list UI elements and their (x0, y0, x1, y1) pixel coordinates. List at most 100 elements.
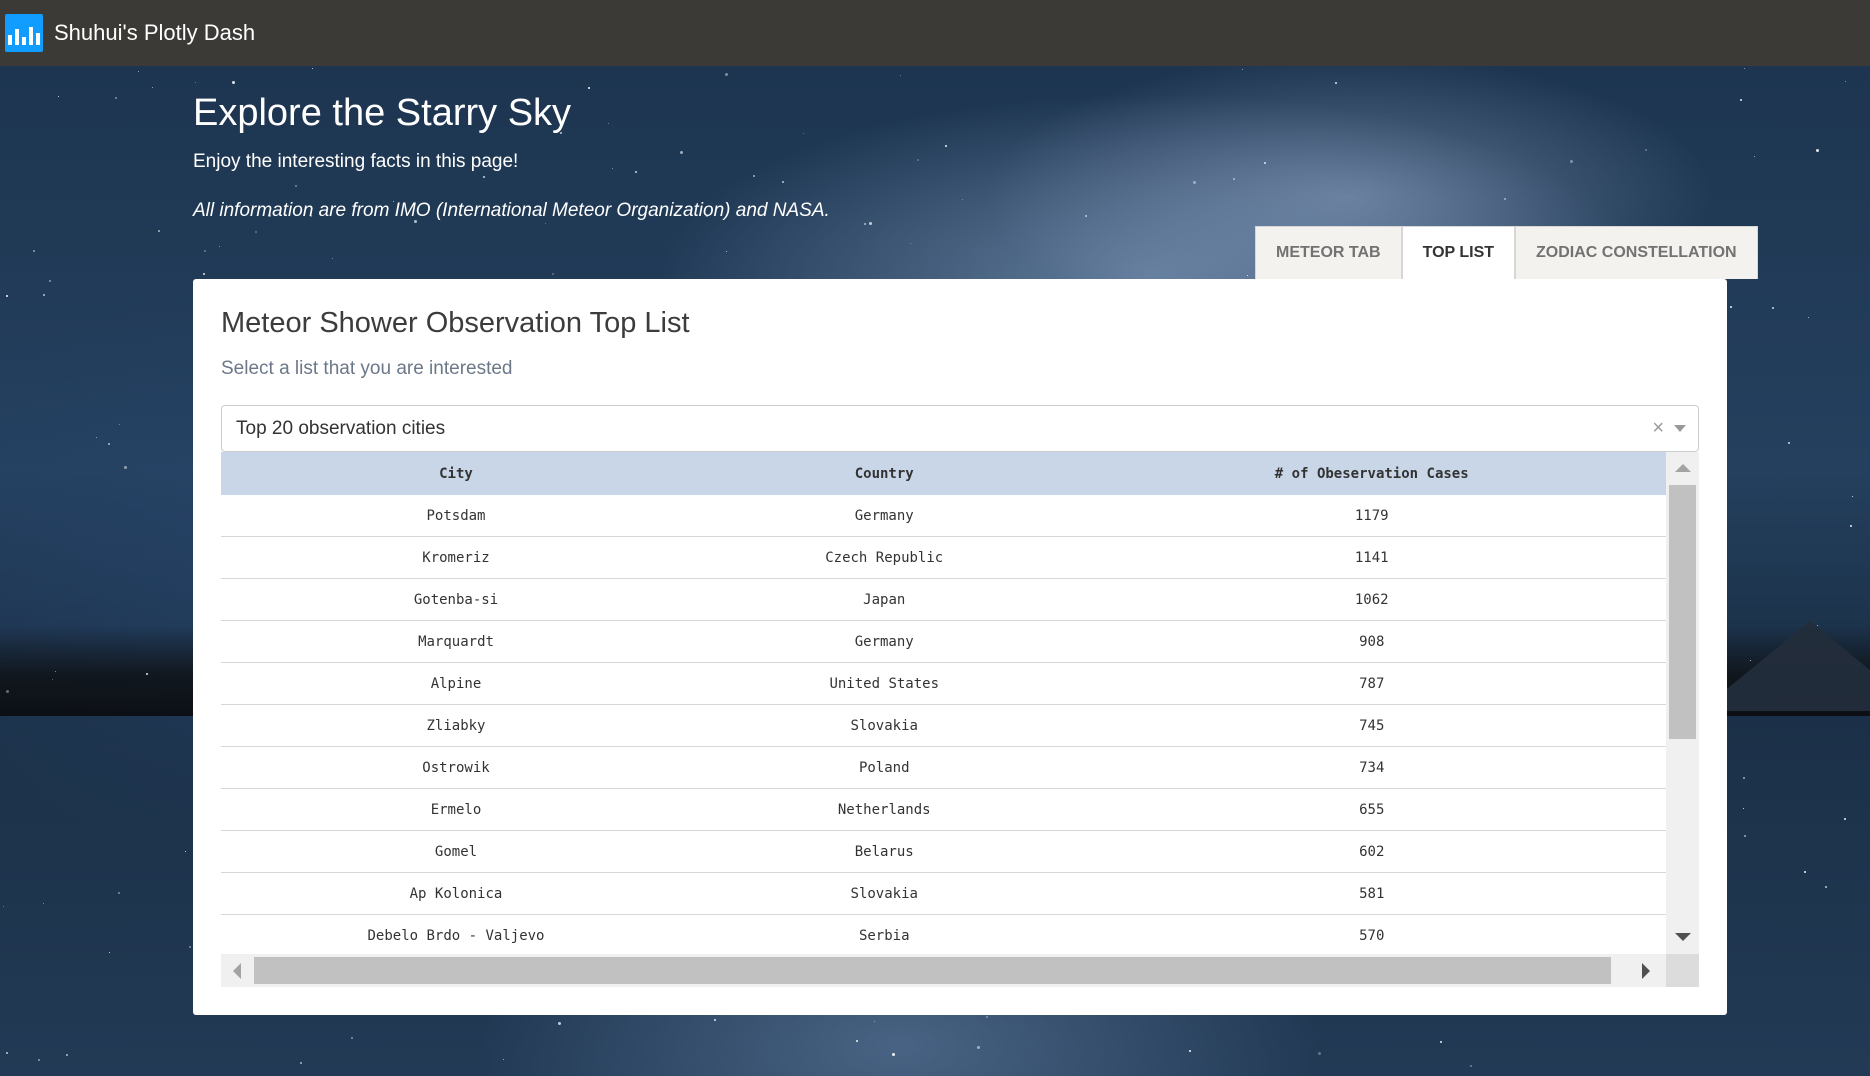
star (917, 159, 919, 161)
table-cell-city[interactable]: Ostrowik (221, 746, 691, 789)
vertical-scroll-thumb[interactable] (1669, 485, 1696, 739)
table-cell-city[interactable]: Ermelo (221, 788, 691, 831)
table-cell-city[interactable]: Ap Kolonica (221, 872, 691, 915)
table-cell-country[interactable]: Poland (690, 746, 1078, 789)
horizontal-scroll-thumb[interactable] (254, 957, 1611, 984)
star (612, 168, 613, 169)
star (986, 1016, 988, 1018)
table-cell-country[interactable]: Czech Republic (690, 536, 1078, 579)
top-navbar: Shuhui's Plotly Dash (0, 0, 1870, 66)
star (558, 1022, 561, 1025)
table-cell-city[interactable]: Marquardt (221, 620, 691, 663)
table-cell-country[interactable]: United States (690, 662, 1078, 705)
table-cell-cases[interactable]: 581 (1077, 872, 1666, 915)
table-cell-city[interactable]: Gomel (221, 830, 691, 873)
table-cell-city[interactable]: Gotenba-si (221, 578, 691, 621)
scroll-up-icon[interactable] (1675, 464, 1691, 472)
column-header-country[interactable]: Country (690, 452, 1078, 495)
tab-meteor[interactable]: METEOR TAB (1255, 226, 1402, 279)
table-cell-country[interactable]: Germany (690, 620, 1078, 663)
table-row[interactable]: Kromeriz Czech Republic 1141 (221, 536, 1666, 579)
table-cell-cases[interactable]: 655 (1077, 788, 1666, 831)
star (1193, 181, 1196, 184)
star (158, 230, 160, 232)
panel-subtitle: Select a list that you are interested (221, 358, 513, 379)
table-cell-city[interactable]: Zliabky (221, 704, 691, 747)
panel-title: Meteor Shower Observation Top List (221, 307, 690, 339)
table-cell-country[interactable]: Slovakia (690, 872, 1078, 915)
star (108, 443, 110, 445)
scroll-right-icon[interactable] (1642, 963, 1650, 979)
table-cell-country[interactable]: Netherlands (690, 788, 1078, 831)
star (203, 273, 205, 275)
table-row[interactable]: Gomel Belarus 602 (221, 830, 1666, 873)
table-cell-cases[interactable]: 1141 (1077, 536, 1666, 579)
table-cell-country[interactable]: Slovakia (690, 704, 1078, 747)
tab-top-list[interactable]: TOP LIST (1401, 226, 1516, 279)
table-cell-city[interactable]: Debelo Brdo - Valjevo (221, 914, 691, 954)
table-cell-cases[interactable]: 745 (1077, 704, 1666, 747)
table-cell-country[interactable]: Germany (690, 495, 1078, 537)
table-row[interactable]: Ap Kolonica Slovakia 581 (221, 872, 1666, 915)
star (1754, 156, 1755, 157)
table-row[interactable]: Marquardt Germany 908 (221, 620, 1666, 663)
table-cell-cases[interactable]: 1062 (1077, 578, 1666, 621)
table-row[interactable]: Debelo Brdo - Valjevo Serbia 570 (221, 914, 1666, 954)
star (66, 1054, 68, 1056)
scroll-down-icon[interactable] (1675, 933, 1691, 941)
table-row[interactable]: Potsdam Germany 1179 (221, 495, 1666, 537)
tab-bar: METEOR TAB TOP LIST ZODIAC CONSTELLATION (1255, 226, 1758, 279)
table-cell-cases[interactable]: 787 (1077, 662, 1666, 705)
table-cell-cases[interactable]: 570 (1077, 914, 1666, 954)
vertical-scrollbar[interactable] (1666, 452, 1699, 954)
table-cell-country[interactable]: Belarus (690, 830, 1078, 873)
table-cell-cases[interactable]: 908 (1077, 620, 1666, 663)
star (856, 1040, 858, 1042)
star (109, 952, 110, 953)
table-cell-cases[interactable]: 734 (1077, 746, 1666, 789)
table-cell-cases[interactable]: 602 (1077, 830, 1666, 873)
column-header-cases[interactable]: # of Obeservation Cases (1077, 452, 1666, 495)
star (945, 145, 947, 147)
table-cell-country[interactable]: Japan (690, 578, 1078, 621)
star (189, 946, 191, 948)
table-cell-cases[interactable]: 1179 (1077, 495, 1666, 537)
table-header-row: City Country # of Obeservation Cases (221, 452, 1666, 495)
star (1852, 496, 1853, 497)
table-row[interactable]: Zliabky Slovakia 745 (221, 704, 1666, 747)
table-row[interactable]: Ermelo Netherlands 655 (221, 788, 1666, 831)
table-cell-country[interactable]: Serbia (690, 914, 1078, 954)
column-header-city[interactable]: City (221, 452, 691, 495)
table-body: Potsdam Germany 1179 Kromeriz Czech Republic… (221, 495, 1666, 954)
table-row[interactable]: Ostrowik Poland 734 (221, 746, 1666, 789)
star (195, 82, 196, 83)
data-table-viewport[interactable]: City Country # of Obeservation Cases Pot… (221, 452, 1666, 954)
clear-icon[interactable]: × (1652, 417, 1664, 440)
list-select-dropdown[interactable]: Top 20 observation cities × (221, 405, 1699, 452)
star (1750, 660, 1751, 661)
star (1233, 178, 1235, 180)
tab-zodiac-constellation[interactable]: ZODIAC CONSTELLATION (1515, 226, 1758, 279)
table-cell-city[interactable]: Potsdam (221, 495, 691, 537)
star (503, 1059, 504, 1060)
star (725, 73, 728, 76)
app-title: Shuhui's Plotly Dash (54, 20, 256, 45)
star (1570, 160, 1573, 163)
horizontal-scrollbar[interactable] (221, 954, 1666, 987)
data-table-container: City Country # of Obeservation Cases Pot… (221, 452, 1699, 987)
table-cell-city[interactable]: Kromeriz (221, 536, 691, 579)
star (96, 437, 97, 438)
star (58, 96, 59, 97)
table-row[interactable]: Alpine United States 787 (221, 662, 1666, 705)
star (6, 1052, 8, 1054)
scroll-left-icon[interactable] (233, 963, 241, 979)
star (300, 1062, 302, 1064)
star (1189, 1050, 1191, 1052)
chevron-down-icon[interactable] (1674, 425, 1686, 432)
table-cell-city[interactable]: Alpine (221, 662, 691, 705)
table-row[interactable]: Gotenba-si Japan 1062 (221, 578, 1666, 621)
star (115, 97, 117, 99)
plotly-bars-icon[interactable] (5, 14, 43, 52)
star (864, 223, 866, 225)
star (1772, 307, 1774, 309)
